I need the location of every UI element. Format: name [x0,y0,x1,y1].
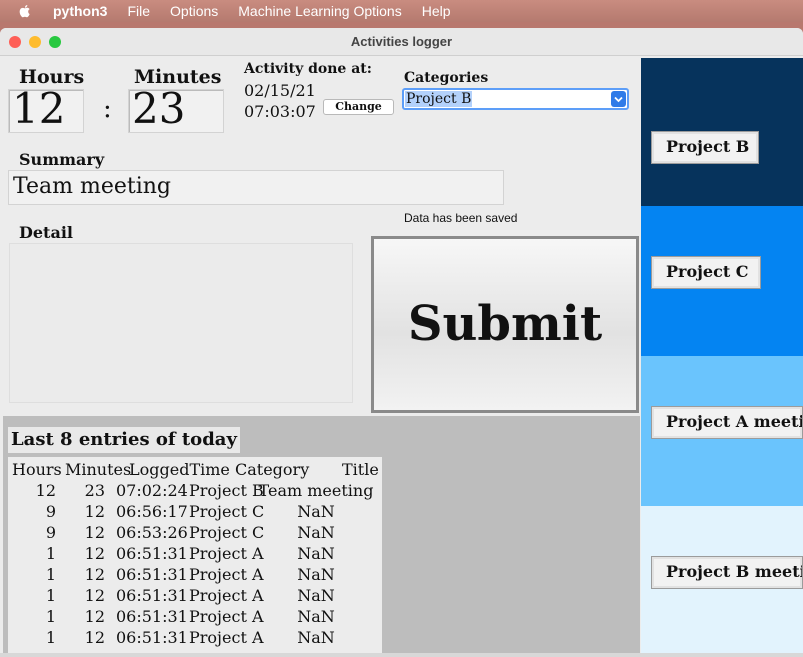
menu-bar: python3 File Options Machine Learning Op… [0,0,803,22]
project-a-meeting-button[interactable]: Project A meeting [651,406,803,439]
cell-title: NaN [297,628,335,647]
project-b-button[interactable]: Project B [651,131,759,164]
column-header-hours: Hours [12,460,62,479]
cell-loggedtime: 06:56:17 [116,502,188,521]
table-row: 12 23 07:02:24 Project B Team meeting [8,481,382,502]
cell-hours: 9 [45,523,56,542]
column-header-title: Title [342,460,379,479]
cell-category: Project C [189,502,265,521]
cell-hours: 9 [45,502,56,521]
cell-title: NaN [297,544,335,563]
cell-title: NaN [297,586,335,605]
summary-input[interactable]: Team meeting [8,170,504,205]
cell-title: Team meeting [258,481,374,500]
cell-category: Project A [189,628,264,647]
hours-value: 12 [12,84,66,133]
column-header-category: Category [235,460,310,479]
menu-file[interactable]: File [127,3,150,19]
project-c-button[interactable]: Project C [651,256,761,289]
cell-loggedtime: 06:51:31 [116,586,188,605]
cell-loggedtime: 06:51:31 [116,565,188,584]
window-title: Activities logger [350,34,453,49]
menu-options[interactable]: Options [170,3,218,19]
cell-category: Project B [189,481,264,500]
cell-category: Project A [189,607,264,626]
status-message: Data has been saved [404,211,518,225]
cell-title: NaN [297,502,335,521]
categories-select[interactable]: Project B [402,88,629,110]
table-row: 9 12 06:56:17 Project C NaN [8,502,382,523]
menu-app-python3[interactable]: python3 [53,3,107,19]
cell-hours: 1 [45,607,56,626]
activity-date: 02/15/21 [244,81,316,100]
cell-title: NaN [297,565,335,584]
cell-hours: 1 [45,628,56,647]
cell-minutes: 12 [84,565,105,584]
cell-category: Project A [189,544,264,563]
apple-icon[interactable] [17,3,33,19]
cell-minutes: 12 [84,544,105,563]
cell-category: Project C [189,523,265,542]
minutes-input[interactable]: 23 [128,84,224,133]
cell-minutes: 12 [84,502,105,521]
summary-label: Summary [19,150,105,169]
hours-input[interactable]: 12 [8,84,84,133]
table-header-row: Hours Minutes LoggedTime Category Title [8,460,382,481]
entries-title: Last 8 entries of today [8,427,240,453]
table-row: 1 12 06:51:31 Project A NaN [8,544,382,565]
cell-hours: 1 [45,565,56,584]
cell-loggedtime: 06:51:31 [116,628,188,647]
cell-minutes: 12 [84,586,105,605]
cell-hours: 1 [45,586,56,605]
cell-loggedtime: 07:02:24 [116,481,188,500]
detail-label: Detail [19,223,73,242]
cell-hours: 1 [45,544,56,563]
cell-category: Project A [189,565,264,584]
cell-minutes: 12 [84,628,105,647]
categories-selected-value: Project B [405,91,473,107]
minutes-value: 23 [132,84,186,133]
categories-label: Categories [404,70,489,86]
column-header-minutes: Minutes [65,460,132,479]
entries-table: Hours Minutes LoggedTime Category Title … [8,457,382,653]
table-row: 1 12 06:51:31 Project A NaN [8,565,382,586]
time-separator: : [103,94,112,124]
activity-label: Activity done at: [244,61,372,77]
cell-loggedtime: 06:51:31 [116,544,188,563]
summary-value: Team meeting [13,174,171,199]
table-row: 1 12 06:51:31 Project A NaN [8,607,382,628]
menu-help[interactable]: Help [422,3,451,19]
project-b-meeting-button[interactable]: Project B meeting [651,556,803,589]
cell-loggedtime: 06:51:31 [116,607,188,626]
window-bottom-edge [0,653,803,657]
cell-loggedtime: 06:53:26 [116,523,188,542]
cell-title: NaN [297,607,335,626]
cell-hours: 12 [35,481,56,500]
table-row: 1 12 06:51:31 Project A NaN [8,586,382,607]
cell-category: Project A [189,586,264,605]
detail-textarea[interactable] [9,243,353,403]
table-row: 1 12 06:51:31 Project A NaN [8,628,382,649]
column-header-loggedtime: LoggedTime [129,460,230,479]
cell-minutes: 12 [84,523,105,542]
app-window: Activities logger Hours 12 : Minutes 23 … [0,28,803,657]
menu-ml-options[interactable]: Machine Learning Options [238,3,401,19]
change-button[interactable]: Change [323,99,394,115]
entries-panel: Last 8 entries of today Hours Minutes Lo… [3,416,640,657]
title-bar: Activities logger [0,28,803,56]
cell-minutes: 12 [84,607,105,626]
cell-title: NaN [297,523,335,542]
table-row: 9 12 06:53:26 Project C NaN [8,523,382,544]
cell-minutes: 23 [84,481,105,500]
chevron-down-icon[interactable] [611,91,626,107]
activity-time: 07:03:07 [244,102,316,121]
submit-button[interactable]: Submit [371,236,639,413]
